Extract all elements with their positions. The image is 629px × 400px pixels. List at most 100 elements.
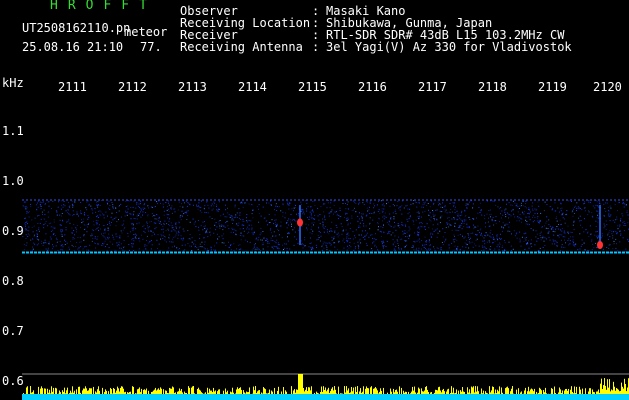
noise-speck xyxy=(432,233,434,235)
noise-speck xyxy=(338,234,340,236)
noise-speck xyxy=(177,249,179,251)
noise-speck xyxy=(42,201,44,203)
noise-speck xyxy=(322,227,324,229)
noise-speck xyxy=(579,207,581,209)
noise-speck xyxy=(429,212,431,214)
noise-speck xyxy=(418,238,420,240)
noise-speck xyxy=(383,245,385,247)
noise-speck xyxy=(84,246,86,248)
noise-speck xyxy=(615,238,617,240)
noise-speck xyxy=(233,231,234,233)
noise-speck xyxy=(107,229,109,231)
noise-speck xyxy=(102,243,104,244)
noise-speck xyxy=(286,227,288,229)
noise-speck xyxy=(53,221,55,223)
noise-speck xyxy=(247,241,248,243)
noise-speck xyxy=(202,221,204,223)
noise-speck xyxy=(183,250,185,252)
noise-speck xyxy=(374,205,375,207)
noise-speck xyxy=(310,216,312,218)
noise-speck xyxy=(376,246,378,248)
noise-speck xyxy=(80,210,82,212)
noise-speck xyxy=(380,200,382,202)
noise-speck xyxy=(288,232,290,234)
noise-speck xyxy=(383,231,385,233)
noise-speck xyxy=(463,223,465,224)
noise-speck xyxy=(462,235,463,237)
noise-speck xyxy=(499,221,500,223)
histogram-bar xyxy=(603,385,604,395)
noise-speck xyxy=(412,245,414,247)
noise-speck xyxy=(154,222,156,224)
noise-speck xyxy=(69,206,71,208)
noise-speck xyxy=(409,228,411,230)
noise-speck xyxy=(366,201,368,203)
noise-speck xyxy=(397,201,399,203)
noise-speck xyxy=(343,242,345,244)
noise-speck xyxy=(232,223,233,224)
noise-speck xyxy=(180,235,182,237)
histogram-bar xyxy=(169,387,170,395)
noise-speck xyxy=(491,234,493,235)
noise-speck xyxy=(248,224,250,226)
noise-speck xyxy=(479,212,481,213)
noise-speck xyxy=(519,217,521,219)
noise-speck xyxy=(103,232,105,234)
noise-speck xyxy=(146,245,148,247)
noise-speck xyxy=(500,238,502,240)
noise-speck xyxy=(116,221,118,223)
noise-speck xyxy=(589,201,591,203)
noise-speck xyxy=(489,214,491,216)
noise-speck xyxy=(38,239,40,241)
noise-speck xyxy=(168,224,170,225)
noise-speck xyxy=(498,249,500,251)
noise-speck xyxy=(327,202,329,204)
noise-speck xyxy=(519,238,521,240)
noise-speck xyxy=(72,206,74,208)
noise-speck xyxy=(91,234,93,236)
noise-speck xyxy=(69,214,71,216)
noise-speck xyxy=(33,234,35,236)
noise-speck xyxy=(577,206,579,208)
noise-speck xyxy=(475,226,477,228)
noise-speck xyxy=(162,203,164,205)
noise-speck xyxy=(460,249,461,251)
histogram-bar xyxy=(298,374,299,395)
noise-speck xyxy=(363,223,365,225)
noise-speck xyxy=(393,248,395,250)
noise-speck xyxy=(626,211,628,213)
histogram-bar xyxy=(263,387,264,395)
noise-speck xyxy=(182,238,184,240)
noise-speck xyxy=(456,248,458,250)
histogram-bar xyxy=(559,387,560,395)
noise-speck xyxy=(523,213,525,215)
noise-speck xyxy=(177,209,179,211)
noise-speck xyxy=(532,209,534,211)
noise-speck xyxy=(347,237,349,239)
noise-speck xyxy=(517,206,519,208)
noise-speck xyxy=(313,218,314,220)
noise-speck xyxy=(401,224,403,226)
noise-speck xyxy=(469,242,471,244)
noise-speck xyxy=(389,213,391,215)
noise-speck xyxy=(417,250,419,252)
noise-speck xyxy=(236,216,238,218)
histogram-bar xyxy=(473,386,474,395)
noise-speck xyxy=(64,244,66,245)
noise-speck xyxy=(65,240,67,242)
noise-speck xyxy=(246,221,248,223)
noise-speck xyxy=(131,243,133,245)
noise-speck xyxy=(385,245,387,247)
noise-speck xyxy=(503,250,505,252)
noise-speck xyxy=(587,249,589,251)
noise-speck xyxy=(328,242,330,244)
noise-speck xyxy=(608,215,610,217)
noise-speck xyxy=(519,205,521,207)
histogram-bar xyxy=(605,385,606,395)
noise-speck xyxy=(388,220,390,222)
noise-speck xyxy=(609,216,611,218)
noise-speck xyxy=(500,207,502,209)
noise-speck xyxy=(491,242,493,244)
noise-speck xyxy=(510,245,512,247)
noise-speck xyxy=(231,217,233,219)
